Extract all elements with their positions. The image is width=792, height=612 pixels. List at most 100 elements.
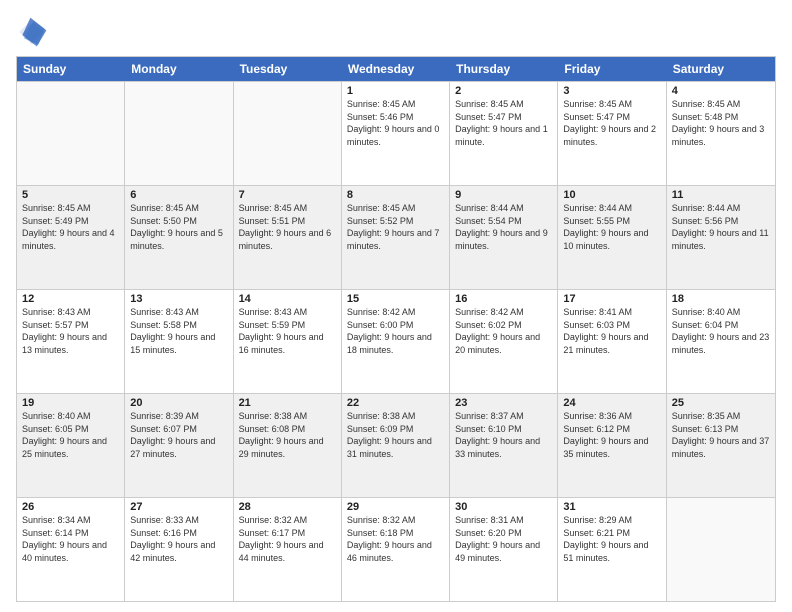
calendar-cell: 17Sunrise: 8:41 AMSunset: 6:03 PMDayligh… <box>558 290 666 393</box>
cell-info: Sunrise: 8:42 AMSunset: 6:00 PMDaylight:… <box>347 306 444 356</box>
day-number: 11 <box>672 189 770 201</box>
calendar-cell: 15Sunrise: 8:42 AMSunset: 6:00 PMDayligh… <box>342 290 450 393</box>
day-number: 18 <box>672 293 770 305</box>
cell-info: Sunrise: 8:43 AMSunset: 5:58 PMDaylight:… <box>130 306 227 356</box>
day-number: 23 <box>455 397 552 409</box>
day-number: 10 <box>563 189 660 201</box>
cell-info: Sunrise: 8:38 AMSunset: 6:08 PMDaylight:… <box>239 410 336 460</box>
header-day-friday: Friday <box>558 57 666 81</box>
header <box>16 16 776 48</box>
calendar-cell: 21Sunrise: 8:38 AMSunset: 6:08 PMDayligh… <box>234 394 342 497</box>
day-number: 5 <box>22 189 119 201</box>
cell-info: Sunrise: 8:45 AMSunset: 5:46 PMDaylight:… <box>347 98 444 148</box>
cell-info: Sunrise: 8:44 AMSunset: 5:55 PMDaylight:… <box>563 202 660 252</box>
day-number: 17 <box>563 293 660 305</box>
calendar-cell: 13Sunrise: 8:43 AMSunset: 5:58 PMDayligh… <box>125 290 233 393</box>
calendar-row-0: 1Sunrise: 8:45 AMSunset: 5:46 PMDaylight… <box>17 81 775 185</box>
cell-info: Sunrise: 8:43 AMSunset: 5:57 PMDaylight:… <box>22 306 119 356</box>
calendar-cell: 26Sunrise: 8:34 AMSunset: 6:14 PMDayligh… <box>17 498 125 601</box>
day-number: 31 <box>563 501 660 513</box>
cell-info: Sunrise: 8:40 AMSunset: 6:05 PMDaylight:… <box>22 410 119 460</box>
header-day-tuesday: Tuesday <box>234 57 342 81</box>
day-number: 28 <box>239 501 336 513</box>
calendar-cell: 22Sunrise: 8:38 AMSunset: 6:09 PMDayligh… <box>342 394 450 497</box>
day-number: 20 <box>130 397 227 409</box>
cell-info: Sunrise: 8:32 AMSunset: 6:17 PMDaylight:… <box>239 514 336 564</box>
calendar-header: SundayMondayTuesdayWednesdayThursdayFrid… <box>17 57 775 81</box>
header-day-thursday: Thursday <box>450 57 558 81</box>
calendar-cell <box>17 82 125 185</box>
calendar-cell: 29Sunrise: 8:32 AMSunset: 6:18 PMDayligh… <box>342 498 450 601</box>
day-number: 8 <box>347 189 444 201</box>
cell-info: Sunrise: 8:35 AMSunset: 6:13 PMDaylight:… <box>672 410 770 460</box>
logo <box>16 16 52 48</box>
day-number: 29 <box>347 501 444 513</box>
calendar-cell: 19Sunrise: 8:40 AMSunset: 6:05 PMDayligh… <box>17 394 125 497</box>
calendar-cell: 20Sunrise: 8:39 AMSunset: 6:07 PMDayligh… <box>125 394 233 497</box>
day-number: 25 <box>672 397 770 409</box>
calendar-cell: 1Sunrise: 8:45 AMSunset: 5:46 PMDaylight… <box>342 82 450 185</box>
day-number: 19 <box>22 397 119 409</box>
cell-info: Sunrise: 8:45 AMSunset: 5:52 PMDaylight:… <box>347 202 444 252</box>
calendar-cell: 30Sunrise: 8:31 AMSunset: 6:20 PMDayligh… <box>450 498 558 601</box>
calendar-cell: 9Sunrise: 8:44 AMSunset: 5:54 PMDaylight… <box>450 186 558 289</box>
cell-info: Sunrise: 8:42 AMSunset: 6:02 PMDaylight:… <box>455 306 552 356</box>
cell-info: Sunrise: 8:45 AMSunset: 5:47 PMDaylight:… <box>563 98 660 148</box>
day-number: 2 <box>455 85 552 97</box>
calendar-cell: 6Sunrise: 8:45 AMSunset: 5:50 PMDaylight… <box>125 186 233 289</box>
header-day-monday: Monday <box>125 57 233 81</box>
cell-info: Sunrise: 8:44 AMSunset: 5:54 PMDaylight:… <box>455 202 552 252</box>
cell-info: Sunrise: 8:40 AMSunset: 6:04 PMDaylight:… <box>672 306 770 356</box>
cell-info: Sunrise: 8:41 AMSunset: 6:03 PMDaylight:… <box>563 306 660 356</box>
day-number: 30 <box>455 501 552 513</box>
calendar-row-3: 19Sunrise: 8:40 AMSunset: 6:05 PMDayligh… <box>17 393 775 497</box>
calendar: SundayMondayTuesdayWednesdayThursdayFrid… <box>16 56 776 602</box>
cell-info: Sunrise: 8:38 AMSunset: 6:09 PMDaylight:… <box>347 410 444 460</box>
calendar-cell: 4Sunrise: 8:45 AMSunset: 5:48 PMDaylight… <box>667 82 775 185</box>
cell-info: Sunrise: 8:37 AMSunset: 6:10 PMDaylight:… <box>455 410 552 460</box>
calendar-cell: 25Sunrise: 8:35 AMSunset: 6:13 PMDayligh… <box>667 394 775 497</box>
day-number: 14 <box>239 293 336 305</box>
cell-info: Sunrise: 8:45 AMSunset: 5:51 PMDaylight:… <box>239 202 336 252</box>
logo-icon <box>16 16 48 48</box>
day-number: 12 <box>22 293 119 305</box>
cell-info: Sunrise: 8:34 AMSunset: 6:14 PMDaylight:… <box>22 514 119 564</box>
day-number: 9 <box>455 189 552 201</box>
cell-info: Sunrise: 8:45 AMSunset: 5:49 PMDaylight:… <box>22 202 119 252</box>
day-number: 1 <box>347 85 444 97</box>
calendar-cell: 18Sunrise: 8:40 AMSunset: 6:04 PMDayligh… <box>667 290 775 393</box>
day-number: 4 <box>672 85 770 97</box>
calendar-cell: 8Sunrise: 8:45 AMSunset: 5:52 PMDaylight… <box>342 186 450 289</box>
calendar-cell: 28Sunrise: 8:32 AMSunset: 6:17 PMDayligh… <box>234 498 342 601</box>
calendar-cell: 10Sunrise: 8:44 AMSunset: 5:55 PMDayligh… <box>558 186 666 289</box>
calendar-cell: 12Sunrise: 8:43 AMSunset: 5:57 PMDayligh… <box>17 290 125 393</box>
cell-info: Sunrise: 8:31 AMSunset: 6:20 PMDaylight:… <box>455 514 552 564</box>
cell-info: Sunrise: 8:36 AMSunset: 6:12 PMDaylight:… <box>563 410 660 460</box>
calendar-cell <box>234 82 342 185</box>
day-number: 27 <box>130 501 227 513</box>
day-number: 26 <box>22 501 119 513</box>
cell-info: Sunrise: 8:45 AMSunset: 5:47 PMDaylight:… <box>455 98 552 148</box>
calendar-cell: 3Sunrise: 8:45 AMSunset: 5:47 PMDaylight… <box>558 82 666 185</box>
cell-info: Sunrise: 8:29 AMSunset: 6:21 PMDaylight:… <box>563 514 660 564</box>
calendar-cell: 31Sunrise: 8:29 AMSunset: 6:21 PMDayligh… <box>558 498 666 601</box>
calendar-cell <box>125 82 233 185</box>
cell-info: Sunrise: 8:33 AMSunset: 6:16 PMDaylight:… <box>130 514 227 564</box>
calendar-cell: 2Sunrise: 8:45 AMSunset: 5:47 PMDaylight… <box>450 82 558 185</box>
day-number: 22 <box>347 397 444 409</box>
day-number: 24 <box>563 397 660 409</box>
cell-info: Sunrise: 8:45 AMSunset: 5:48 PMDaylight:… <box>672 98 770 148</box>
cell-info: Sunrise: 8:39 AMSunset: 6:07 PMDaylight:… <box>130 410 227 460</box>
header-day-wednesday: Wednesday <box>342 57 450 81</box>
calendar-row-4: 26Sunrise: 8:34 AMSunset: 6:14 PMDayligh… <box>17 497 775 601</box>
calendar-cell: 23Sunrise: 8:37 AMSunset: 6:10 PMDayligh… <box>450 394 558 497</box>
cell-info: Sunrise: 8:45 AMSunset: 5:50 PMDaylight:… <box>130 202 227 252</box>
calendar-cell: 24Sunrise: 8:36 AMSunset: 6:12 PMDayligh… <box>558 394 666 497</box>
calendar-cell: 16Sunrise: 8:42 AMSunset: 6:02 PMDayligh… <box>450 290 558 393</box>
cell-info: Sunrise: 8:44 AMSunset: 5:56 PMDaylight:… <box>672 202 770 252</box>
day-number: 7 <box>239 189 336 201</box>
calendar-row-2: 12Sunrise: 8:43 AMSunset: 5:57 PMDayligh… <box>17 289 775 393</box>
calendar-cell: 27Sunrise: 8:33 AMSunset: 6:16 PMDayligh… <box>125 498 233 601</box>
header-day-sunday: Sunday <box>17 57 125 81</box>
calendar-cell: 7Sunrise: 8:45 AMSunset: 5:51 PMDaylight… <box>234 186 342 289</box>
